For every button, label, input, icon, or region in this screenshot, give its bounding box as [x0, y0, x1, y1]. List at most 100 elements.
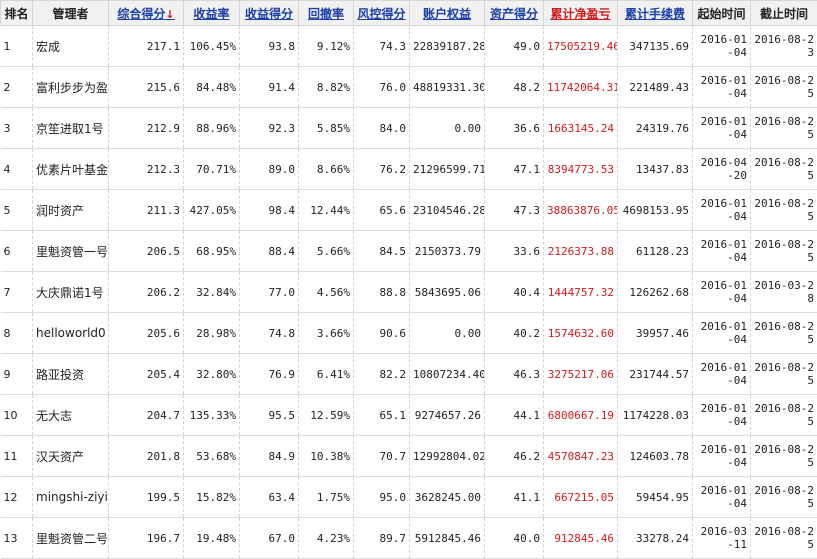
cell-start-date: 2016-01-04: [693, 354, 751, 395]
cell-return: 19.48%: [184, 518, 240, 559]
cell-return-score: 88.4: [240, 231, 299, 272]
cell-rank: 7: [1, 272, 33, 313]
cell-fees: 231744.57: [618, 354, 693, 395]
col-header-manager: 管理者: [33, 1, 109, 26]
cell-risk-score: 84.0: [354, 108, 410, 149]
cell-start-date: 2016-01-04: [693, 26, 751, 67]
col-header-drawdown[interactable]: 回撤率: [299, 1, 354, 26]
cell-risk-score: 76.2: [354, 149, 410, 190]
cell-net-pnl: 17505219.46: [544, 26, 618, 67]
cell-equity: 2150373.79: [410, 231, 485, 272]
cell-asset-score: 40.2: [485, 313, 544, 354]
cell-equity: 0.00: [410, 108, 485, 149]
cell-start-date: 2016-01-04: [693, 477, 751, 518]
cell-score: 201.8: [109, 436, 184, 477]
cell-score: 205.6: [109, 313, 184, 354]
cell-manager: 大庆鼎诺1号: [33, 272, 109, 313]
col-header-risk-score[interactable]: 风控得分: [354, 1, 410, 26]
cell-asset-score: 40.4: [485, 272, 544, 313]
cell-return-score: 92.3: [240, 108, 299, 149]
cell-fees: 221489.43: [618, 67, 693, 108]
cell-manager: 京笙进取1号: [33, 108, 109, 149]
cell-net-pnl: 1663145.24: [544, 108, 618, 149]
cell-return-score: 91.4: [240, 67, 299, 108]
cell-risk-score: 82.2: [354, 354, 410, 395]
cell-score: 206.2: [109, 272, 184, 313]
cell-equity: 9274657.26: [410, 395, 485, 436]
cell-equity: 12992804.02: [410, 436, 485, 477]
cell-start-date: 2016-01-04: [693, 272, 751, 313]
cell-return: 135.33%: [184, 395, 240, 436]
cell-manager: 润时资产: [33, 190, 109, 231]
col-header-fees[interactable]: 累计手续费: [618, 1, 693, 26]
cell-fees: 124603.78: [618, 436, 693, 477]
cell-score: 211.3: [109, 190, 184, 231]
cell-net-pnl: 2126373.88: [544, 231, 618, 272]
cell-asset-score: 46.2: [485, 436, 544, 477]
col-header-asset-score[interactable]: 资产得分: [485, 1, 544, 26]
cell-asset-score: 47.1: [485, 149, 544, 190]
arrow-down-icon: ↓: [165, 8, 174, 21]
cell-score: 217.1: [109, 26, 184, 67]
cell-manager: helloworld0: [33, 313, 109, 354]
cell-return-score: 77.0: [240, 272, 299, 313]
cell-return: 15.82%: [184, 477, 240, 518]
cell-start-date: 2016-01-04: [693, 190, 751, 231]
cell-manager: 路亚投资: [33, 354, 109, 395]
cell-net-pnl: 912845.46: [544, 518, 618, 559]
table-row: 6里魁资管一号206.568.95%88.45.66%84.52150373.7…: [1, 231, 817, 272]
col-header-score-label[interactable]: 综合得分: [117, 7, 165, 21]
cell-return-score: 93.8: [240, 26, 299, 67]
cell-return: 53.68%: [184, 436, 240, 477]
cell-drawdown: 8.82%: [299, 67, 354, 108]
table-row: 5润时资产211.3427.05%98.412.44%65.623104546.…: [1, 190, 817, 231]
col-header-equity[interactable]: 账户权益: [410, 1, 485, 26]
cell-fees: 39957.46: [618, 313, 693, 354]
cell-manager: 优素片叶基金: [33, 149, 109, 190]
cell-start-date: 2016-01-04: [693, 395, 751, 436]
cell-asset-score: 47.3: [485, 190, 544, 231]
cell-asset-score: 40.0: [485, 518, 544, 559]
cell-end-date: 2016-08-25: [751, 354, 817, 395]
table-row: 13里魁资管二号196.719.48%67.04.23%89.75912845.…: [1, 518, 817, 559]
col-header-return[interactable]: 收益率: [184, 1, 240, 26]
cell-asset-score: 33.6: [485, 231, 544, 272]
cell-risk-score: 70.7: [354, 436, 410, 477]
cell-risk-score: 90.6: [354, 313, 410, 354]
cell-net-pnl: 6800667.19: [544, 395, 618, 436]
cell-asset-score: 44.1: [485, 395, 544, 436]
cell-return: 70.71%: [184, 149, 240, 190]
cell-risk-score: 88.8: [354, 272, 410, 313]
cell-manager: 汉天资产: [33, 436, 109, 477]
cell-asset-score: 46.3: [485, 354, 544, 395]
header-row: 排名 管理者 综合得分↓ 收益率 收益得分 回撤率 风控得分 账户权益 资产得分…: [1, 1, 817, 26]
cell-score: 212.3: [109, 149, 184, 190]
cell-score: 204.7: [109, 395, 184, 436]
col-header-net-pnl[interactable]: 累计净盈亏: [544, 1, 618, 26]
cell-return-score: 63.4: [240, 477, 299, 518]
cell-score: 205.4: [109, 354, 184, 395]
cell-return-score: 76.9: [240, 354, 299, 395]
col-header-score[interactable]: 综合得分↓: [109, 1, 184, 26]
cell-score: 199.5: [109, 477, 184, 518]
cell-start-date: 2016-01-04: [693, 436, 751, 477]
cell-drawdown: 12.44%: [299, 190, 354, 231]
cell-manager: 无大志: [33, 395, 109, 436]
cell-drawdown: 9.12%: [299, 26, 354, 67]
cell-fees: 347135.69: [618, 26, 693, 67]
col-header-return-score[interactable]: 收益得分: [240, 1, 299, 26]
cell-asset-score: 48.2: [485, 67, 544, 108]
cell-start-date: 2016-01-04: [693, 231, 751, 272]
cell-net-pnl: 667215.05: [544, 477, 618, 518]
cell-return: 68.95%: [184, 231, 240, 272]
cell-end-date: 2016-08-23: [751, 26, 817, 67]
cell-rank: 13: [1, 518, 33, 559]
cell-rank: 8: [1, 313, 33, 354]
cell-end-date: 2016-08-25: [751, 190, 817, 231]
cell-risk-score: 84.5: [354, 231, 410, 272]
table-body: 1宏成217.1106.45%93.89.12%74.322839187.284…: [1, 26, 817, 559]
cell-equity: 5843695.06: [410, 272, 485, 313]
cell-end-date: 2016-08-25: [751, 477, 817, 518]
cell-rank: 12: [1, 477, 33, 518]
cell-drawdown: 5.85%: [299, 108, 354, 149]
